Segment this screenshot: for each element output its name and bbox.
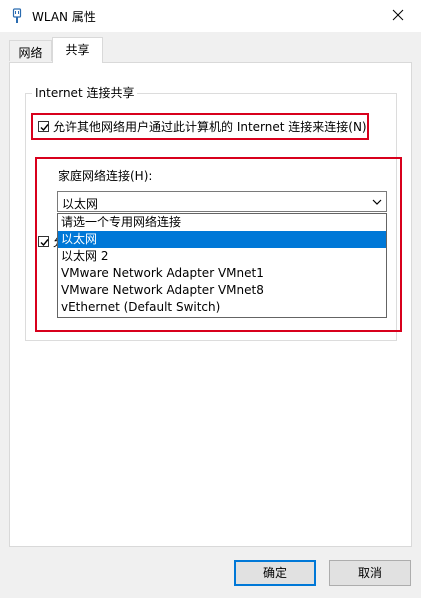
title-bar: WLAN 属性 bbox=[0, 0, 421, 32]
close-button[interactable] bbox=[375, 0, 421, 32]
close-icon bbox=[392, 9, 404, 24]
tab-sharing[interactable]: 共享 bbox=[52, 37, 103, 63]
ok-button[interactable]: 确定 bbox=[234, 560, 316, 586]
tab-network[interactable]: 网络 bbox=[9, 40, 52, 61]
allow-connect-checkbox[interactable] bbox=[38, 121, 49, 132]
ics-group-title: Internet 连接共享 bbox=[32, 84, 138, 101]
tab-sharing-label: 共享 bbox=[65, 43, 90, 57]
cancel-button[interactable]: 取消 bbox=[329, 560, 411, 586]
checkmark-icon bbox=[40, 124, 49, 132]
allow-connect-label: 允许其他网络用户通过此计算机的 Internet 连接来连接(N) bbox=[53, 120, 367, 134]
window-title: WLAN 属性 bbox=[32, 10, 96, 24]
highlight-box-home-network bbox=[35, 157, 402, 332]
wifi-adapter-icon bbox=[12, 8, 22, 24]
tab-network-label: 网络 bbox=[18, 46, 43, 60]
